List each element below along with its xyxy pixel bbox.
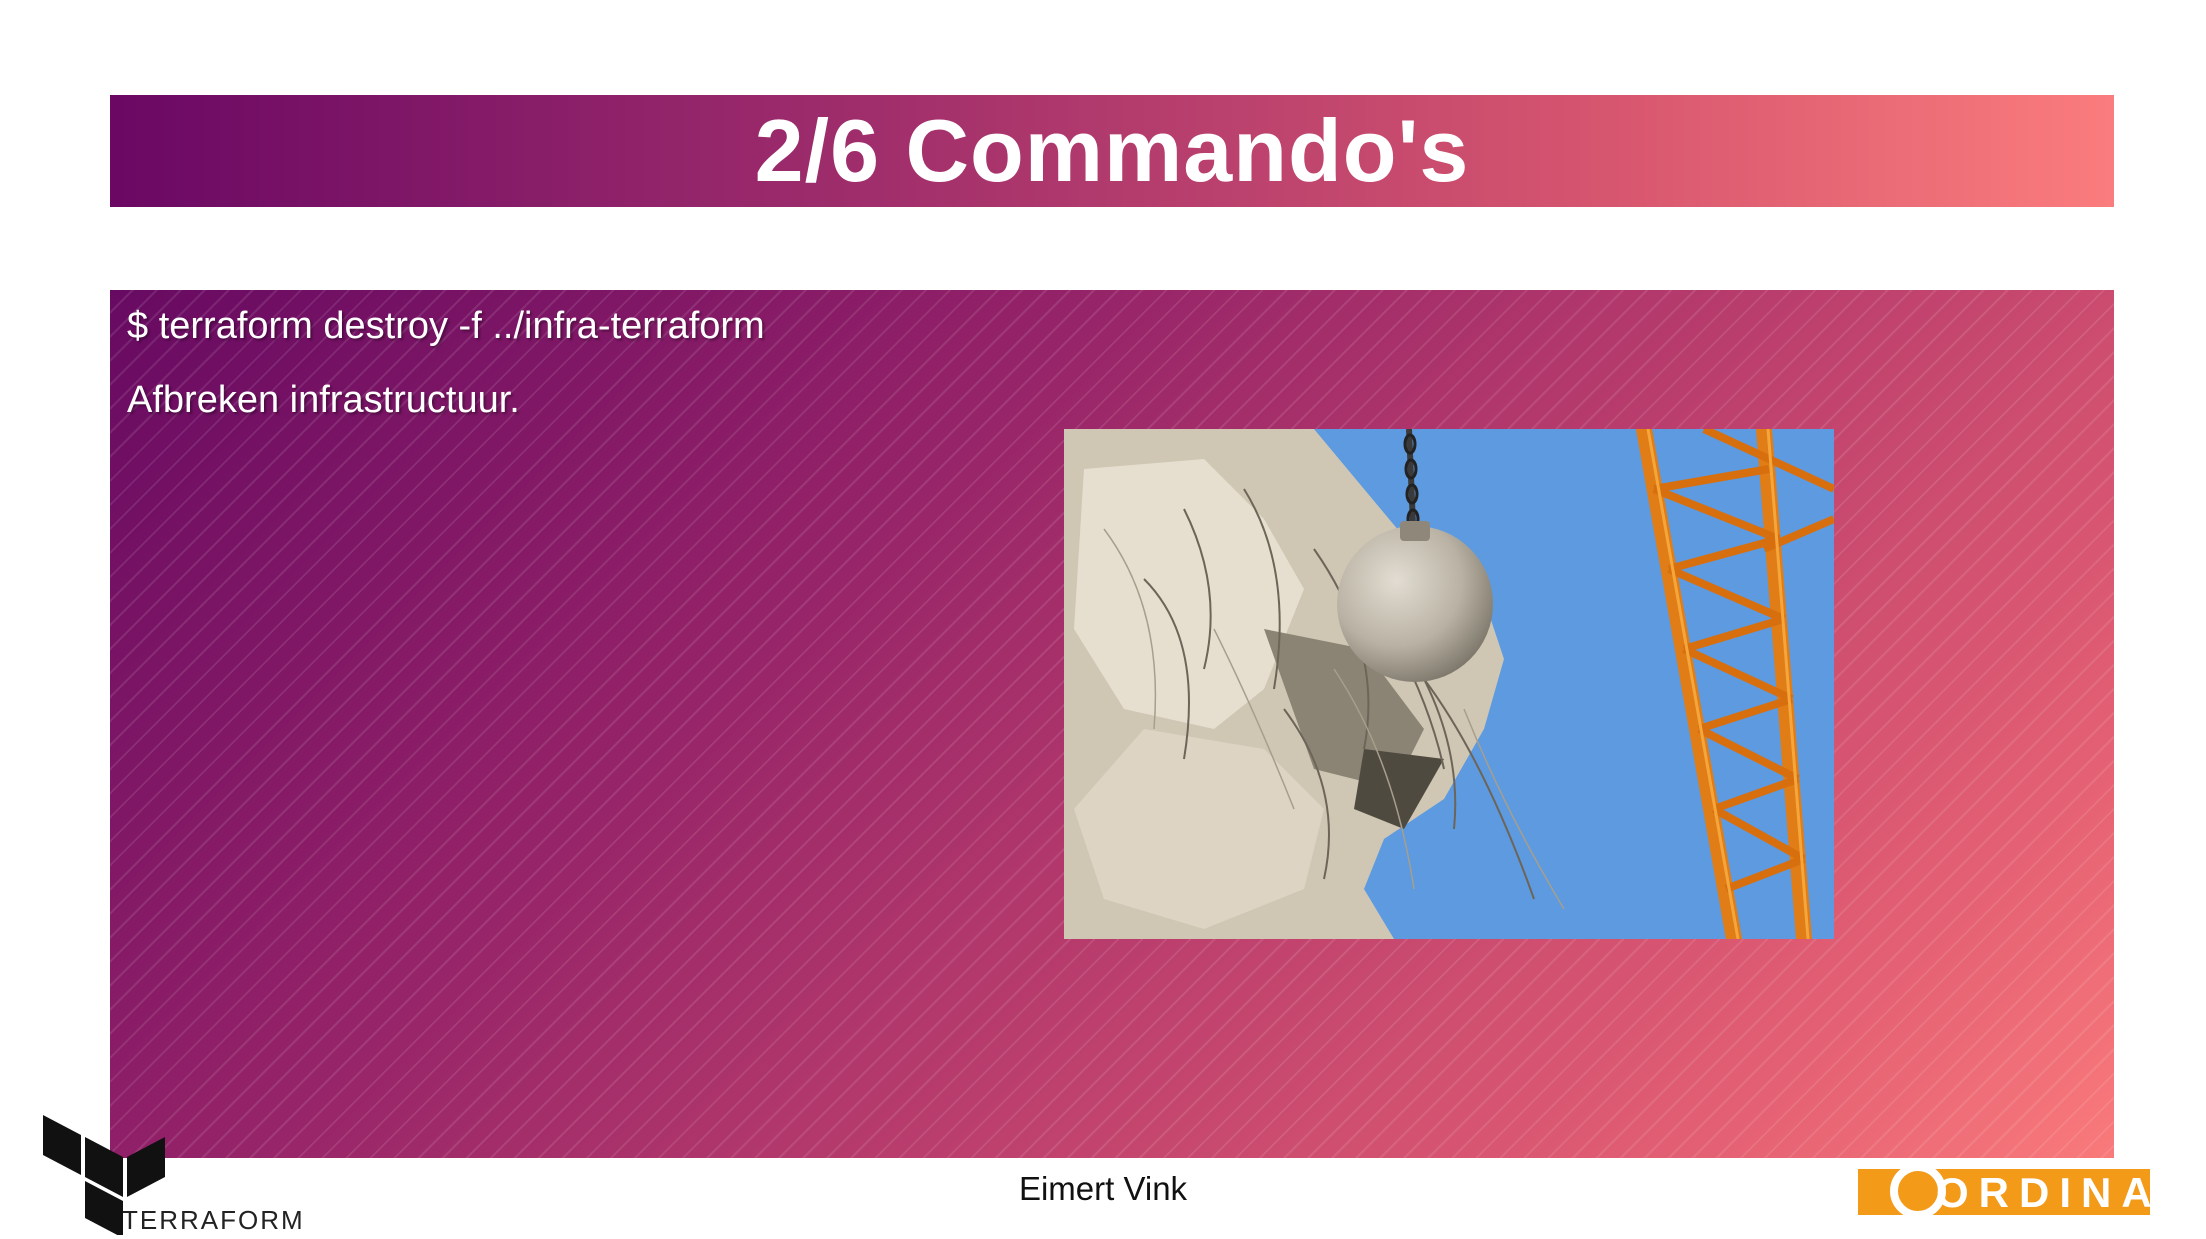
content-box: $ terraform destroy -f ../infra-terrafor…: [110, 290, 2114, 1158]
title-bar: 2/6 Commando's: [110, 95, 2114, 207]
command-text: $ terraform destroy -f ../infra-terrafor…: [127, 305, 765, 347]
demolition-illustration: [1064, 429, 1834, 939]
demolition-photo: [1064, 429, 1834, 939]
slide-title: 2/6 Commando's: [754, 101, 1470, 200]
ordina-wordmark: ORDINA: [1936, 1169, 2162, 1216]
ordina-logo: ORDINA: [1858, 1157, 2152, 1221]
description-text: Afbreken infrastructuur.: [127, 379, 520, 421]
slide: 2/6 Commando's $ terraform destroy -f ..…: [0, 0, 2206, 1239]
terraform-wordmark: TERRAFORM: [122, 1205, 305, 1235]
